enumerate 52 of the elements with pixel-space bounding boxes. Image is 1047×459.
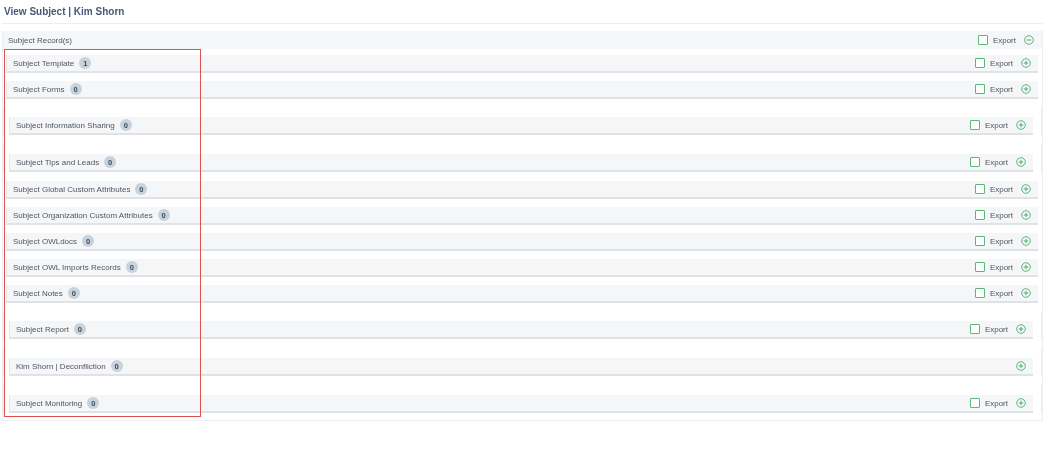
expand-icon[interactable]: [1016, 398, 1026, 408]
export-label: Export: [989, 184, 1013, 194]
expand-icon[interactable]: [1021, 288, 1031, 298]
export-label: Export: [984, 398, 1008, 408]
section-title: Subject Report: [16, 324, 69, 334]
section-title: Subject Organization Custom Attributes: [13, 210, 153, 220]
export-label: Export: [984, 157, 1008, 167]
page-title: View Subject | Kim Shorn: [4, 6, 125, 17]
export-checkbox[interactable]: [974, 262, 985, 272]
expand-icon[interactable]: [1021, 184, 1031, 194]
expand-icon[interactable]: [1021, 84, 1031, 94]
export-label: Export: [989, 210, 1013, 220]
expand-icon[interactable]: [1016, 157, 1026, 167]
expand-icon[interactable]: [1016, 324, 1026, 334]
export-checkbox[interactable]: [974, 58, 985, 68]
export-label: Export: [989, 288, 1013, 298]
export-checkbox[interactable]: [969, 398, 980, 408]
export-checkbox[interactable]: [969, 120, 980, 130]
export-checkbox[interactable]: [974, 210, 985, 220]
export-checkbox[interactable]: [974, 236, 985, 246]
expand-icon[interactable]: [1016, 120, 1026, 130]
section-title: Kim Shorn | Deconfliction: [16, 361, 106, 371]
records-header[interactable]: Subject Record(s) Export: [3, 31, 1042, 49]
export-label: Export: [989, 262, 1013, 272]
expand-icon[interactable]: [1021, 210, 1031, 220]
expand-icon[interactable]: [1021, 58, 1031, 68]
export-checkbox[interactable]: [977, 35, 988, 45]
export-checkbox[interactable]: [969, 324, 980, 334]
export-label: Export: [992, 35, 1016, 45]
export-label: Export: [989, 58, 1013, 68]
expand-icon[interactable]: [1021, 236, 1031, 246]
section-title: Subject OWL Imports Records: [13, 262, 121, 272]
section-title: Subject Notes: [13, 288, 63, 298]
export-checkbox[interactable]: [974, 288, 985, 298]
section-title: Subject Information Sharing: [16, 120, 115, 130]
section-title: Subject OWLdocs: [13, 236, 78, 246]
export-checkbox[interactable]: [974, 84, 985, 94]
section-title: Subject Forms: [13, 84, 65, 94]
section-title: Subject Template: [13, 58, 75, 68]
export-label: Export: [989, 236, 1013, 246]
export-checkbox[interactable]: [974, 184, 985, 194]
records-title: Subject Record(s): [8, 35, 73, 45]
section-title: Subject Global Custom Attributes: [13, 184, 131, 194]
expand-icon[interactable]: [1021, 262, 1031, 272]
section-title: Subject Monitoring: [16, 398, 83, 408]
export-label: Export: [984, 324, 1008, 334]
export-label: Export: [984, 120, 1008, 130]
collapse-icon[interactable]: [1024, 35, 1034, 45]
section-title: Subject Tips and Leads: [16, 157, 100, 167]
expand-icon[interactable]: [1016, 361, 1026, 371]
export-checkbox[interactable]: [969, 157, 980, 167]
export-label: Export: [989, 84, 1013, 94]
